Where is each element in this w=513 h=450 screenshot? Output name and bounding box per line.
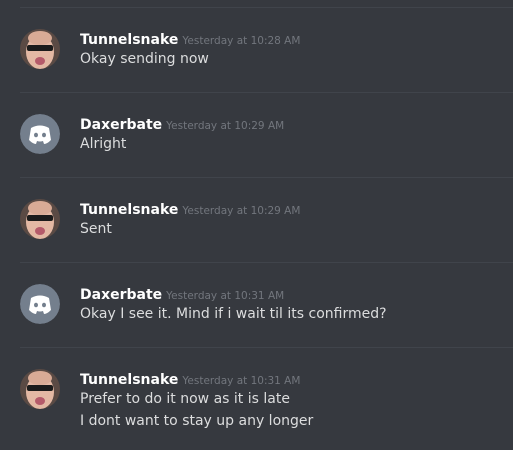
- username[interactable]: Daxerbate: [80, 117, 162, 133]
- message-text: Okay I see it. Mind if i wait til its co…: [80, 306, 387, 322]
- message-text: Alright: [80, 136, 127, 152]
- sunglasses-face-avatar-icon[interactable]: [20, 369, 60, 409]
- message-text: Prefer to do it now as it is late: [80, 391, 290, 407]
- message-timestamp: Yesterday at 10:29 AM: [182, 205, 301, 217]
- username[interactable]: Tunnelsnake: [80, 372, 178, 388]
- message-timestamp: Yesterday at 10:29 AM: [166, 120, 285, 132]
- discord-logo-avatar-icon[interactable]: [20, 284, 60, 324]
- message-header: Daxerbate Yesterday at 10:31 AM: [80, 284, 284, 303]
- message-header: Tunnelsnake Yesterday at 10:29 AM: [80, 199, 300, 218]
- message-text: Sent: [80, 221, 112, 237]
- sunglasses-face-avatar-icon[interactable]: [20, 29, 60, 69]
- username[interactable]: Daxerbate: [80, 287, 162, 303]
- message-divider: [20, 177, 513, 178]
- sunglasses-face-avatar-icon[interactable]: [20, 199, 60, 239]
- discord-logo-avatar-icon[interactable]: [20, 114, 60, 154]
- username[interactable]: Tunnelsnake: [80, 202, 178, 218]
- message-divider: [20, 92, 513, 93]
- message-header: Tunnelsnake Yesterday at 10:28 AM: [80, 29, 300, 48]
- message-timestamp: Yesterday at 10:28 AM: [182, 35, 301, 47]
- message-header: Tunnelsnake Yesterday at 10:31 AM: [80, 369, 300, 388]
- message-divider: [20, 347, 513, 348]
- message-timestamp: Yesterday at 10:31 AM: [166, 290, 285, 302]
- message-divider: [20, 262, 513, 263]
- message-timestamp: Yesterday at 10:31 AM: [182, 375, 301, 387]
- message-text: Okay sending now: [80, 51, 209, 67]
- message-text: I dont want to stay up any longer: [80, 413, 314, 429]
- chat-message-list: Tunnelsnake Yesterday at 10:28 AM Okay se…: [0, 0, 513, 450]
- message-divider: [20, 7, 513, 8]
- username[interactable]: Tunnelsnake: [80, 32, 178, 48]
- message-header: Daxerbate Yesterday at 10:29 AM: [80, 114, 284, 133]
